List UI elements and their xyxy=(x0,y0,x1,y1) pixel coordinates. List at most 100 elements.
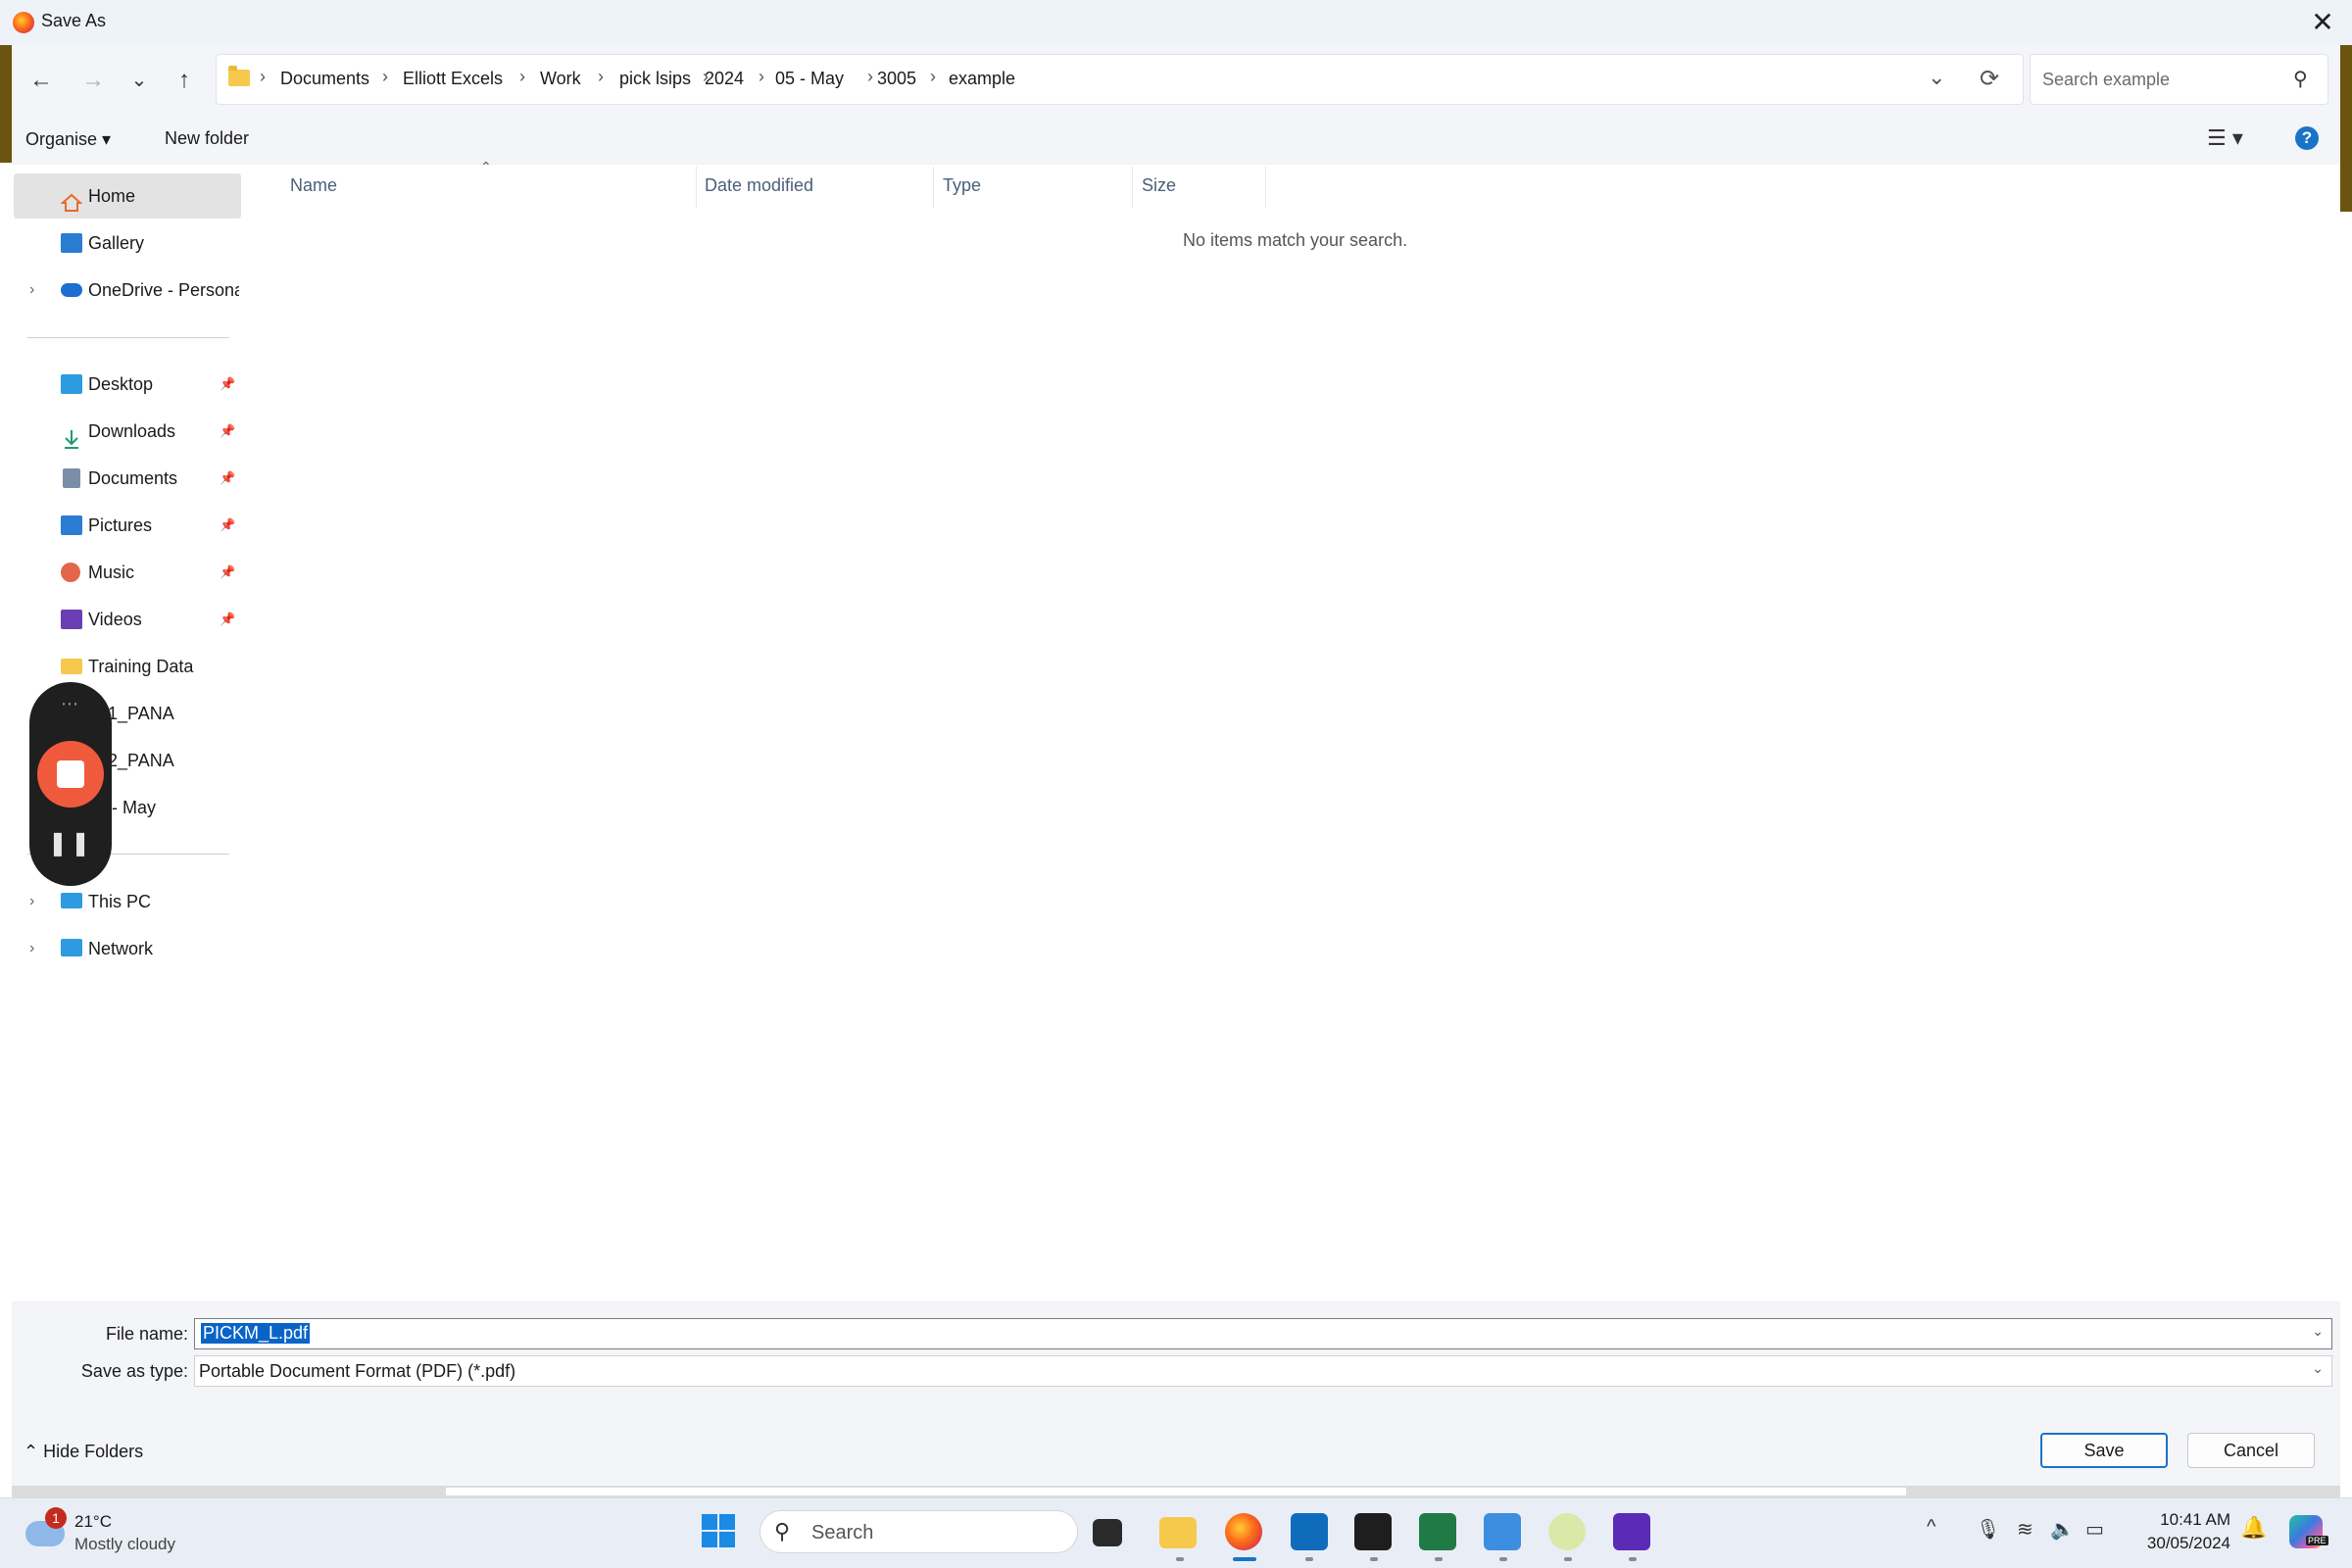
volume-icon[interactable]: 🔈 xyxy=(2050,1517,2075,1542)
sidebar-item-this-pc[interactable]: › This PC xyxy=(14,879,239,924)
windows-logo-icon xyxy=(719,1514,735,1530)
recent-locations-button[interactable]: ⌄ xyxy=(120,63,159,98)
running-indicator xyxy=(1370,1557,1378,1561)
horizontal-scrollbar-thumb[interactable] xyxy=(446,1488,1906,1495)
breadcrumb-pick-lsips[interactable]: pick lsips xyxy=(619,69,691,89)
notepad-icon[interactable] xyxy=(1484,1513,1521,1550)
sidebar-item-home[interactable]: Home xyxy=(14,173,241,219)
running-indicator xyxy=(1176,1557,1184,1561)
new-folder-button[interactable]: New folder xyxy=(165,128,249,149)
help-icon[interactable]: ? xyxy=(2295,126,2319,150)
column-header-date-modified[interactable]: Date modified xyxy=(705,175,813,196)
clock-date[interactable]: 30/05/2024 xyxy=(2136,1534,2230,1553)
sidebar-item-training-data[interactable]: Training Data xyxy=(14,644,239,689)
column-header-name[interactable]: Name xyxy=(290,175,337,196)
chevron-down-icon[interactable]: ⌄ xyxy=(2312,1360,2324,1377)
wifi-icon[interactable]: ≋ xyxy=(2017,1517,2034,1542)
forward-button[interactable]: → xyxy=(74,63,113,98)
breadcrumb-3005[interactable]: 3005 xyxy=(877,69,916,89)
active-indicator xyxy=(1233,1557,1256,1561)
refresh-button[interactable]: ⟳ xyxy=(1980,65,1999,93)
notification-bell-icon[interactable]: 🔔 xyxy=(2240,1515,2267,1541)
clock-time[interactable]: 10:41 AM xyxy=(2152,1510,2230,1530)
folder-icon xyxy=(228,66,250,86)
excel-icon[interactable] xyxy=(1419,1513,1456,1550)
save-button[interactable]: Save xyxy=(2040,1433,2168,1468)
breadcrumb-2024[interactable]: 2024 xyxy=(705,69,744,89)
sidebar-item-downloads[interactable]: Downloads 📌 xyxy=(14,409,239,454)
sidebar-item-label: Network xyxy=(88,939,154,958)
sidebar-item-label: Training Data xyxy=(88,657,194,676)
terminal-icon[interactable] xyxy=(1354,1513,1392,1550)
show-hidden-icons-button[interactable]: ^ xyxy=(1927,1516,1936,1539)
up-button[interactable]: ↑ xyxy=(165,63,204,98)
column-divider[interactable] xyxy=(696,167,697,208)
sidebar-item-music[interactable]: Music 📌 xyxy=(14,550,239,595)
breadcrumb-05-may[interactable]: 05 - May xyxy=(775,69,844,89)
sidebar-item-pictures[interactable]: Pictures 📌 xyxy=(14,503,239,548)
column-divider[interactable] xyxy=(1265,167,1266,208)
breadcrumb-example[interactable]: example xyxy=(949,69,1015,89)
breadcrumb-separator: › xyxy=(519,67,525,86)
microphone-icon[interactable]: 🎙 xyxy=(1976,1517,2000,1542)
expand-chevron-icon[interactable]: › xyxy=(29,926,34,971)
green-leaf-app-icon[interactable] xyxy=(1548,1513,1586,1550)
sidebar-item-gallery[interactable]: Gallery xyxy=(14,220,239,266)
outlook-icon[interactable] xyxy=(1291,1513,1328,1550)
file-explorer-icon[interactable] xyxy=(1159,1517,1197,1548)
file-list-pane xyxy=(243,165,2340,1301)
this-pc-icon xyxy=(61,893,82,908)
breadcrumb-work[interactable]: Work xyxy=(540,69,581,89)
column-header-size[interactable]: Size xyxy=(1142,175,1176,196)
battery-icon[interactable]: ▭ xyxy=(2085,1517,2104,1542)
save-as-type-select[interactable]: Portable Document Format (PDF) (*.pdf) ⌄ xyxy=(194,1355,2332,1387)
column-divider[interactable] xyxy=(933,167,934,208)
firefox-icon xyxy=(13,12,34,33)
running-indicator xyxy=(1305,1557,1313,1561)
save-as-type-value: Portable Document Format (PDF) (*.pdf) xyxy=(199,1361,516,1381)
chevron-down-icon[interactable]: ⌄ xyxy=(2312,1323,2324,1340)
start-button[interactable] xyxy=(702,1514,737,1549)
weather-temperature[interactable]: 21°C xyxy=(74,1512,112,1532)
close-button[interactable]: ✕ xyxy=(2303,4,2342,41)
drag-handle-icon[interactable]: ⋯ xyxy=(29,694,112,714)
running-indicator xyxy=(1564,1557,1572,1561)
file-name-input[interactable]: PICKM_L.pdf ⌄ xyxy=(194,1318,2332,1349)
weather-description[interactable]: Mostly cloudy xyxy=(74,1535,175,1554)
windows-logo-icon xyxy=(702,1514,717,1530)
back-button[interactable]: ← xyxy=(22,63,61,98)
search-icon[interactable]: ⚲ xyxy=(2293,67,2308,91)
sidebar-item-desktop[interactable]: Desktop 📌 xyxy=(14,362,239,407)
breadcrumb-separator: › xyxy=(930,67,936,86)
running-indicator xyxy=(1435,1557,1443,1561)
address-bar[interactable]: › Documents › Elliott Excels › Work › pi… xyxy=(216,54,2024,105)
sidebar-item-documents[interactable]: Documents 📌 xyxy=(14,456,239,501)
address-dropdown-button[interactable]: ⌄ xyxy=(1928,65,1945,90)
documents-icon xyxy=(63,468,80,488)
sidebar-item-onedrive[interactable]: › OneDrive - Persona xyxy=(14,268,239,313)
taskbar-search-label: Search xyxy=(811,1522,874,1544)
pause-recording-button[interactable]: ❚❚ xyxy=(29,829,112,858)
column-header-type[interactable]: Type xyxy=(943,175,981,196)
running-indicator xyxy=(1499,1557,1507,1561)
sidebar-item-videos[interactable]: Videos 📌 xyxy=(14,597,239,642)
hide-folders-button[interactable]: ⌃ Hide Folders xyxy=(24,1442,143,1462)
taskbar-search-box[interactable]: ⚲ Search xyxy=(760,1510,1078,1553)
firefox-icon[interactable] xyxy=(1225,1513,1262,1550)
column-divider[interactable] xyxy=(1132,167,1133,208)
sidebar-item-network[interactable]: › Network xyxy=(14,926,239,971)
sidebar-item-label: Music xyxy=(88,563,135,582)
breadcrumb-elliott-excels[interactable]: Elliott Excels xyxy=(403,69,503,89)
organise-menu-button[interactable]: Organise ▾ xyxy=(25,129,111,150)
expand-chevron-icon[interactable]: › xyxy=(29,879,34,924)
sidebar-item-label: Documents xyxy=(88,468,178,488)
breadcrumb-separator: › xyxy=(759,67,764,86)
task-view-icon[interactable] xyxy=(1093,1519,1122,1546)
breadcrumb-documents[interactable]: Documents xyxy=(280,69,369,89)
view-options-button[interactable]: ☰ ▾ xyxy=(2207,125,2243,151)
search-input[interactable]: Search example ⚲ xyxy=(2030,54,2328,105)
sidebar-item-label: This PC xyxy=(88,892,152,911)
expand-chevron-icon[interactable]: › xyxy=(29,268,34,313)
cancel-button[interactable]: Cancel xyxy=(2187,1433,2315,1468)
purple-app-icon[interactable] xyxy=(1613,1513,1650,1550)
